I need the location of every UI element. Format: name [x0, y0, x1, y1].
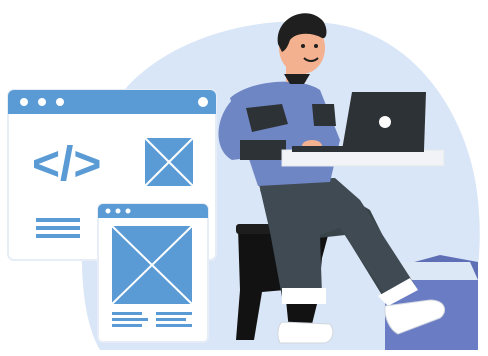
image-window — [97, 203, 209, 343]
shoe — [277, 321, 334, 344]
window-dot-icon — [115, 208, 121, 214]
window-dot-icon — [38, 98, 46, 106]
developer-illustration: </> — [0, 0, 488, 356]
illustration-canvas: </> — [7, 13, 480, 350]
window-dot-icon — [56, 98, 64, 106]
laptop-logo-icon — [379, 116, 391, 128]
code-symbol: </> — [32, 138, 101, 191]
window-dot-icon — [20, 98, 28, 106]
image-placeholder-icon — [144, 137, 194, 187]
window-dot-icon — [105, 208, 111, 214]
window-gear-icon — [198, 97, 208, 107]
image-placeholder-icon — [111, 225, 193, 305]
desk — [281, 149, 445, 167]
window-dot-icon — [125, 208, 131, 214]
